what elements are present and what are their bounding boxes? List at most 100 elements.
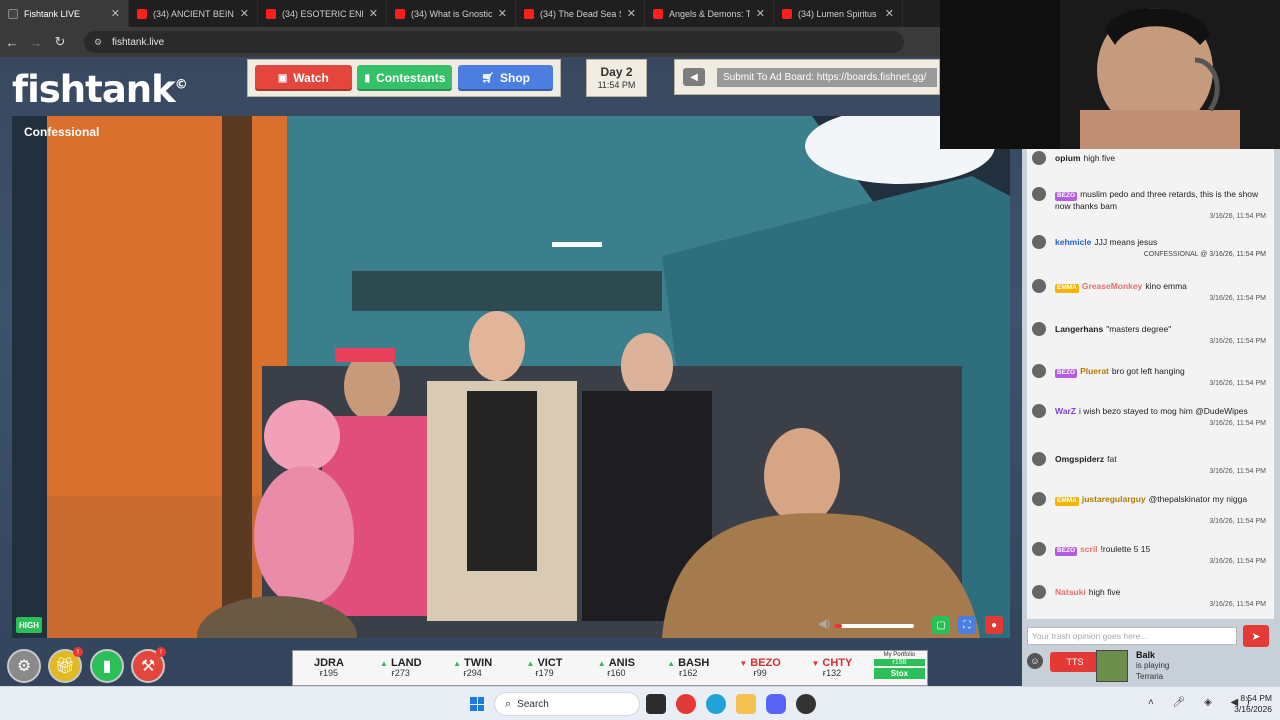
- contestants-button[interactable]: ▮ Contestants: [357, 65, 453, 91]
- gifts-button[interactable]: 🎁︎!: [48, 647, 83, 683]
- tab-title: (34) ANCIENT BEINGS F: [153, 8, 234, 19]
- close-tab-icon[interactable]: ✕: [498, 7, 507, 20]
- forward-icon[interactable]: →: [24, 35, 48, 50]
- ticker-price: ғ99: [753, 668, 767, 679]
- portfolio-widget[interactable]: My Portfolio ғ198 Stox: [872, 652, 927, 684]
- close-tab-icon[interactable]: ✕: [885, 7, 894, 20]
- browser-tab[interactable]: (34) What is Gnosticism ✕: [387, 0, 516, 27]
- chat-text: bro got left hanging: [1111, 366, 1185, 376]
- chat-timestamp: 3/16/26, 11:54 PM: [1209, 468, 1266, 475]
- chat-timestamp: 3/16/26, 11:54 PM: [1209, 213, 1266, 220]
- chat-username[interactable]: scril: [1080, 544, 1098, 554]
- file-explorer-icon[interactable]: [736, 694, 756, 714]
- chat-text: JJJ means jesus: [1094, 237, 1158, 247]
- arrow-up-icon: ▲: [526, 659, 535, 668]
- browser-tab[interactable]: (34) The Dead Sea Scro ✕: [516, 0, 645, 27]
- address-bar[interactable]: ⚙ fishtank.live: [84, 31, 904, 53]
- ticker-item[interactable]: ▼ CHTY ғ132: [796, 657, 868, 679]
- tts-label: TTS: [1066, 657, 1084, 667]
- close-tab-icon[interactable]: ✕: [369, 7, 378, 20]
- chat-username[interactable]: Langerhans: [1055, 324, 1103, 334]
- watch-button[interactable]: ▣ Watch: [254, 65, 352, 91]
- now-playing-card[interactable]: Balk is playing Terraria: [1096, 648, 1276, 684]
- ad-board-banner[interactable]: ◀ Submit To Ad Board: https://boards.fis…: [674, 59, 940, 95]
- chat-panel: opium high five BEZO muslim pedo and three …: [1022, 149, 1280, 686]
- ticker-item[interactable]: ▲ BASH ғ162: [652, 657, 724, 679]
- chat-username[interactable]: justaregularguy: [1082, 494, 1146, 504]
- taskbar-search-label: Search: [517, 698, 549, 710]
- arrow-down-icon: ▼: [739, 659, 748, 668]
- system-clock[interactable]: 8:54 PM 3/16/2026: [1234, 693, 1272, 714]
- stox-button[interactable]: Stox: [873, 668, 925, 679]
- reload-icon[interactable]: ↻: [48, 34, 72, 50]
- close-tab-icon[interactable]: ✕: [111, 7, 120, 20]
- ticker-item[interactable]: ▼ BEZO ғ99: [724, 657, 796, 679]
- chat-username[interactable]: Pluerat: [1080, 366, 1109, 376]
- site-info-icon[interactable]: ⚙: [94, 37, 104, 47]
- browser-tab[interactable]: (34) ESOTERIC ENLIGHT ✕: [258, 0, 387, 27]
- chat-messages[interactable]: opium high five BEZO muslim pedo and three …: [1027, 149, 1274, 619]
- chat-username[interactable]: kehmicle: [1055, 237, 1091, 247]
- tab-title: (34) What is Gnosticism: [411, 8, 492, 19]
- gear-icon: ⚙: [16, 658, 32, 675]
- back-icon[interactable]: ←: [0, 35, 24, 50]
- chat-text: !roulette 5 15: [1100, 544, 1151, 554]
- items-button[interactable]: ▮: [90, 649, 124, 683]
- clan-tag: BEZO: [1055, 369, 1078, 378]
- chat-text: high five: [1088, 587, 1121, 597]
- close-tab-icon[interactable]: ✕: [756, 7, 765, 20]
- live-video-player[interactable]: Confessional HIGH ◀) ▢ ⛶ ●: [12, 116, 1010, 638]
- chat-input[interactable]: Your trash opinion goes here...: [1027, 627, 1237, 645]
- ticker-item[interactable]: ▲ VICT ғ179: [509, 657, 581, 679]
- search-icon: ⌕: [505, 697, 512, 710]
- camera-feed-image: [12, 116, 1010, 638]
- settings-button[interactable]: ⚙: [7, 649, 41, 683]
- chat-text: @thepalskinator my nigga: [1148, 494, 1248, 504]
- browser-tab[interactable]: Fishtank LIVE ✕: [0, 0, 129, 27]
- tools-button[interactable]: ⚒!: [131, 647, 166, 683]
- windows-start-icon[interactable]: [470, 697, 484, 711]
- obs-icon[interactable]: [796, 694, 816, 714]
- pip-icon[interactable]: ▢: [932, 616, 950, 634]
- chat-username[interactable]: opium: [1055, 153, 1081, 163]
- shop-button[interactable]: 🛒︎ Shop: [458, 65, 554, 91]
- chat-username[interactable]: GreaseMonkey: [1082, 281, 1142, 291]
- record-icon[interactable]: ●: [985, 616, 1003, 634]
- close-tab-icon[interactable]: ✕: [240, 7, 249, 20]
- avatar: [1032, 542, 1046, 556]
- send-button[interactable]: ➤: [1243, 625, 1269, 647]
- volume-slider[interactable]: [834, 624, 914, 628]
- avatar: [1032, 322, 1046, 336]
- taskbar-search[interactable]: ⌕ Search: [494, 692, 640, 716]
- chat-message-body: kehmicle JJJ means jesus: [1055, 237, 1265, 248]
- show-time: 11:54 PM: [597, 80, 636, 90]
- contestants-label: Contestants: [376, 71, 446, 85]
- ticker-item[interactable]: JDRA ғ195: [293, 657, 365, 679]
- volume-icon[interactable]: ◀): [818, 617, 830, 630]
- chat-timestamp: 3/16/26, 11:54 PM: [1209, 601, 1266, 608]
- ticker-item[interactable]: ▲ ANIS ғ160: [580, 657, 652, 679]
- fishtank-logo[interactable]: fishtank©: [12, 68, 188, 111]
- tts-button[interactable]: TTS: [1050, 652, 1100, 672]
- arrow-left-icon[interactable]: ◀: [683, 68, 705, 86]
- ticker-item[interactable]: ▲ LAND ғ273: [365, 657, 437, 679]
- browser-tab[interactable]: (34) ANCIENT BEINGS F ✕: [129, 0, 258, 27]
- quality-badge[interactable]: HIGH: [16, 617, 42, 633]
- chat-message[interactable]: kehmicle JJJ means jesus CONFESSIONAL @ 3/…: [1027, 235, 1274, 263]
- chat-username[interactable]: Natsuki: [1055, 587, 1086, 597]
- chat-username[interactable]: Omgspiderz: [1055, 454, 1104, 464]
- discord-icon[interactable]: [766, 694, 786, 714]
- close-tab-icon[interactable]: ✕: [627, 7, 636, 20]
- ticker-item[interactable]: ▲ TWIN ғ294: [437, 657, 509, 679]
- chrome-icon[interactable]: [676, 694, 696, 714]
- emoji-icon[interactable]: ☺: [1027, 653, 1043, 669]
- chat-text: high five: [1083, 153, 1116, 163]
- task-view-icon[interactable]: [646, 694, 666, 714]
- fishtank-site: fishtank© ▣ Watch ▮ Contestants 🛒︎ Shop Day…: [0, 57, 1022, 686]
- browser-tab[interactable]: (34) Lumen Spiritus - Yo ✕: [774, 0, 903, 27]
- chat-username[interactable]: WarZ: [1055, 406, 1076, 416]
- browser-toolbar: ← → ↻ ⚙ fishtank.live: [0, 27, 940, 57]
- browser-tab[interactable]: Angels & Demons: The ✕: [645, 0, 774, 27]
- fullscreen-icon[interactable]: ⛶: [958, 616, 976, 634]
- edge-icon[interactable]: [706, 694, 726, 714]
